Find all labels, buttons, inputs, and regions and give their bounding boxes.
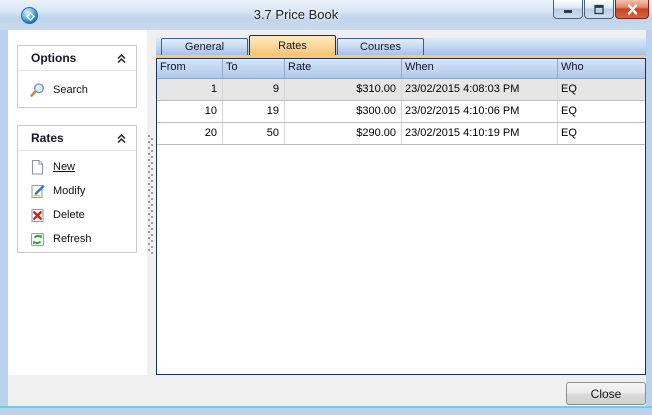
close-icon	[626, 4, 639, 15]
delete-icon	[29, 207, 46, 224]
app-icon	[21, 7, 38, 24]
cell-rate: $310.00	[285, 79, 402, 100]
table-row[interactable]: 1 9 $310.00 23/02/2015 4:08:03 PM EQ	[157, 79, 645, 101]
minimize-button[interactable]	[553, 0, 583, 19]
cell-to: 50	[223, 123, 285, 144]
cell-who: EQ	[558, 79, 645, 100]
rates-panel: Rates New	[17, 125, 137, 253]
tab-rates[interactable]: Rates	[249, 35, 336, 55]
rates-panel-title: Rates	[31, 131, 115, 145]
cell-from: 1	[157, 79, 223, 100]
splitter-grip[interactable]	[148, 135, 154, 255]
column-header-to[interactable]: To	[223, 59, 285, 79]
maximize-button[interactable]	[584, 0, 614, 19]
options-panel-title: Options	[31, 51, 115, 65]
sidebar-item-search[interactable]: Search	[18, 75, 136, 105]
cell-who: EQ	[558, 123, 645, 144]
cell-when: 23/02/2015 4:08:03 PM	[402, 79, 558, 100]
refresh-icon	[29, 231, 46, 248]
grid-header-row: From To Rate When Who	[157, 59, 645, 79]
cell-from: 10	[157, 101, 223, 122]
table-row[interactable]: 10 19 $300.00 23/02/2015 4:10:06 PM EQ	[157, 101, 645, 123]
sidebar-item-delete[interactable]: Delete	[18, 203, 136, 227]
cell-when: 23/02/2015 4:10:19 PM	[402, 123, 558, 144]
cell-rate: $300.00	[285, 101, 402, 122]
sidebar-item-modify[interactable]: Modify	[18, 179, 136, 203]
modify-label: Modify	[53, 185, 85, 197]
rates-grid-panel: From To Rate When Who 1 9 $310.00 23/02/…	[156, 58, 646, 375]
collapse-chevron-icon[interactable]	[115, 132, 128, 145]
column-header-from[interactable]: From	[157, 59, 223, 79]
options-panel-header: Options	[18, 46, 136, 71]
sidebar-item-refresh[interactable]: Refresh	[18, 227, 136, 251]
rates-panel-header: Rates	[18, 126, 136, 151]
collapse-chevron-icon[interactable]	[115, 52, 128, 65]
window-bottom-edge	[0, 406, 652, 408]
search-icon	[29, 82, 46, 99]
column-header-rate[interactable]: Rate	[285, 59, 402, 79]
search-label: Search	[53, 84, 88, 96]
cell-when: 23/02/2015 4:10:06 PM	[402, 101, 558, 122]
sidebar-item-new[interactable]: New	[18, 155, 136, 179]
new-document-icon	[29, 159, 46, 176]
cell-to: 19	[223, 101, 285, 122]
tab-general[interactable]: General	[161, 38, 248, 55]
new-label: New	[53, 161, 75, 173]
cell-to: 9	[223, 79, 285, 100]
tabstrip: General Courses Rates	[156, 38, 646, 55]
delete-label: Delete	[53, 209, 85, 221]
price-book-window: 3.7 Price Book Options	[0, 0, 652, 415]
cell-who: EQ	[558, 101, 645, 122]
close-window-button[interactable]	[615, 0, 649, 19]
options-panel: Options Search	[17, 45, 137, 108]
table-row[interactable]: 20 50 $290.00 23/02/2015 4:10:19 PM EQ	[157, 123, 645, 145]
modify-icon	[29, 183, 46, 200]
refresh-label: Refresh	[53, 233, 92, 245]
cell-rate: $290.00	[285, 123, 402, 144]
close-button[interactable]: Close	[566, 382, 646, 405]
cell-from: 20	[157, 123, 223, 144]
column-header-when[interactable]: When	[402, 59, 558, 79]
window-title: 3.7 Price Book	[40, 0, 552, 30]
tab-courses[interactable]: Courses	[337, 38, 424, 55]
titlebar[interactable]: 3.7 Price Book	[0, 0, 652, 30]
dialog-content: Options Search Rates	[8, 30, 646, 407]
maximize-icon	[593, 4, 605, 15]
minimize-icon	[562, 4, 574, 14]
column-header-who[interactable]: Who	[558, 59, 645, 79]
